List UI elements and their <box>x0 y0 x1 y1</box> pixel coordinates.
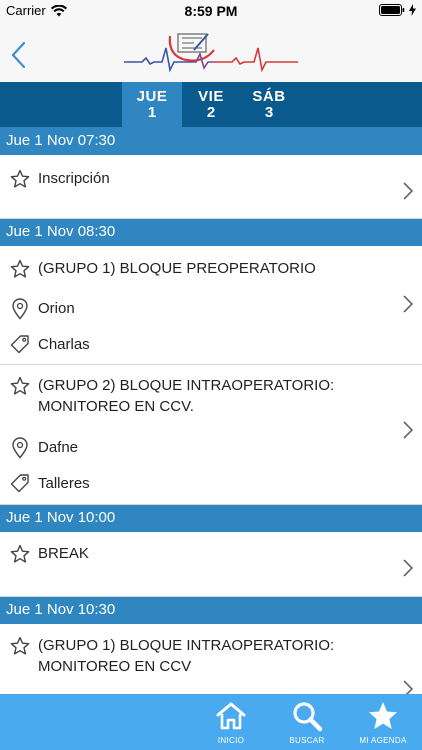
event-title: (GRUPO 2) BLOQUE INTRAOPERATORIO: <box>38 377 335 394</box>
star-filled-icon <box>369 702 397 729</box>
status-bar: Carrier 8:59 PM <box>0 0 422 22</box>
section-header: Jue 1 Nov 07:30 <box>0 127 422 155</box>
schedule-list[interactable]: Jue 1 Nov 07:30 Inscripción Jue 1 Nov 08… <box>0 127 422 704</box>
tab-mi-agenda[interactable]: MI AGENDA <box>348 694 418 750</box>
tab-label: MI AGENDA <box>359 736 407 745</box>
day-tab-label: JUE <box>136 88 168 105</box>
status-time: 8:59 PM <box>184 3 238 19</box>
event-row-break[interactable]: BREAK <box>0 532 422 597</box>
event-tag: Charlas <box>38 336 90 353</box>
event-location: Dafne <box>38 439 79 456</box>
tab-label: INICIO <box>217 736 245 745</box>
star-icon[interactable] <box>10 635 30 657</box>
event-logo <box>124 33 298 73</box>
home-icon <box>216 702 246 730</box>
day-tab-number: 2 <box>206 104 216 121</box>
day-tab-label: VIE <box>198 88 224 105</box>
day-tab-thursday[interactable]: JUE 1 <box>122 82 182 127</box>
day-tab-number: 3 <box>264 104 274 121</box>
event-row-grupo1-intraoperatorio[interactable]: (GRUPO 1) BLOQUE INTRAOPERATORIO: MONITO… <box>0 624 422 704</box>
star-icon[interactable] <box>10 258 30 280</box>
event-title: Inscripción <box>38 170 110 187</box>
event-title: MONITOREO EN CCV <box>38 658 192 675</box>
day-tab-saturday[interactable]: SÁB 3 <box>239 82 299 127</box>
search-icon <box>293 702 323 732</box>
star-icon[interactable] <box>10 543 30 565</box>
charging-icon <box>409 4 416 16</box>
navigation-bar <box>0 22 422 83</box>
event-title: MONITOREO EN CCV. <box>38 398 194 415</box>
day-tab-label: SÁB <box>252 88 286 105</box>
section-header: Jue 1 Nov 10:00 <box>0 504 422 532</box>
tab-inicio[interactable]: INICIO <box>196 694 266 750</box>
day-tab-number: 1 <box>147 104 157 121</box>
tag-icon <box>10 474 29 493</box>
event-location: Orion <box>38 300 75 317</box>
star-icon[interactable] <box>10 375 30 397</box>
chevron-right-icon <box>403 421 414 439</box>
location-pin-icon <box>12 437 28 459</box>
tab-label: BUSCAR <box>289 736 325 745</box>
day-tabs: JUE 1 VIE 2 SÁB 3 <box>0 82 422 127</box>
star-icon[interactable] <box>10 168 30 190</box>
section-header: Jue 1 Nov 08:30 <box>0 218 422 246</box>
tab-buscar[interactable]: BUSCAR <box>272 694 342 750</box>
location-pin-icon <box>12 298 28 320</box>
event-row-inscripcion[interactable]: Inscripción <box>0 155 422 219</box>
event-row-grupo1-preoperatorio[interactable]: (GRUPO 1) BLOQUE PREOPERATORIO Orion Cha… <box>0 246 422 365</box>
chevron-right-icon <box>403 182 414 200</box>
tag-icon <box>10 335 29 354</box>
event-title: BREAK <box>38 545 89 562</box>
back-chevron-icon[interactable] <box>8 40 32 70</box>
battery-icon <box>379 4 405 16</box>
event-title: (GRUPO 1) BLOQUE PREOPERATORIO <box>38 260 316 277</box>
event-row-grupo2-intraoperatorio[interactable]: (GRUPO 2) BLOQUE INTRAOPERATORIO: MONITO… <box>0 365 422 505</box>
chevron-right-icon <box>403 559 414 577</box>
tab-bar: INICIO BUSCAR MI AGENDA <box>0 694 422 750</box>
day-tab-friday[interactable]: VIE 2 <box>181 82 241 127</box>
event-tag: Talleres <box>38 475 90 492</box>
event-title: (GRUPO 1) BLOQUE INTRAOPERATORIO: <box>38 637 335 654</box>
section-header: Jue 1 Nov 10:30 <box>0 596 422 624</box>
chevron-right-icon <box>403 295 414 313</box>
